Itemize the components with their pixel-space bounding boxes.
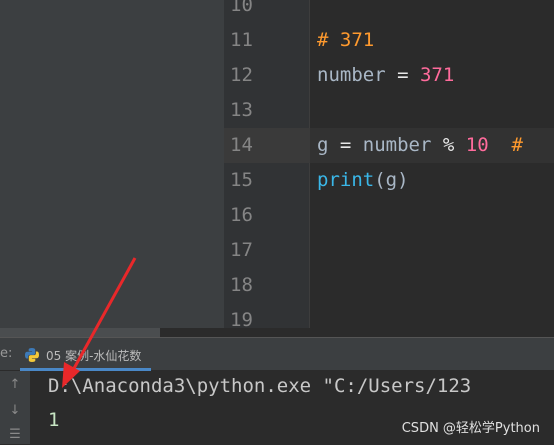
horizontal-scrollbar[interactable] — [0, 328, 160, 337]
code-line[interactable]: 11 # 371 — [224, 23, 554, 58]
line-number: 14 — [224, 128, 310, 163]
code-token: g — [317, 134, 329, 156]
code-token: (g) — [374, 169, 409, 191]
code-token: # — [488, 134, 523, 156]
code-token: = — [328, 134, 363, 156]
code-text: # 371 — [317, 23, 374, 58]
code-text: g = number % 10 # — [317, 128, 523, 163]
line-number: 10 — [230, 0, 253, 16]
code-line[interactable]: 16 — [224, 198, 554, 233]
console-command-line: D:\Anaconda3\python.exe "C:/Users/123 — [48, 375, 472, 397]
code-token: % — [431, 134, 466, 156]
console-output-line: 1 — [48, 409, 60, 431]
line-number: 13 — [230, 99, 253, 121]
run-tab[interactable]: 05 案例-水仙花数 — [20, 342, 152, 371]
run-tool-window-header: e: 05 案例-水仙花数 — [0, 338, 554, 371]
line-number: 12 — [230, 64, 253, 86]
code-token: number — [362, 134, 432, 156]
watermark: CSDN @轻松学Python — [401, 421, 540, 436]
line-number: 18 — [230, 274, 253, 296]
code-token: # 371 — [317, 29, 375, 51]
scroll-down-icon[interactable]: ↓ — [8, 403, 22, 421]
code-text: number = 371 — [317, 58, 454, 93]
code-token: number — [317, 64, 386, 86]
line-number: 19 — [230, 309, 253, 331]
run-side-toolbar: ↑ ↓ ☰ — [0, 371, 30, 444]
line-number: 15 — [230, 169, 253, 191]
line-number: 16 — [230, 204, 253, 226]
run-tab-label: 05 案例-水仙花数 — [46, 348, 142, 363]
code-token: 10 — [465, 134, 489, 156]
soft-wrap-icon[interactable]: ☰ — [8, 427, 22, 445]
code-line[interactable]: 15 print(g) — [224, 163, 554, 198]
code-line[interactable]: 18 — [224, 268, 554, 303]
line-number: 11 — [230, 29, 253, 51]
code-editor[interactable]: 10 11 # 371 12 number = 371 13 14 g = number % … — [224, 0, 554, 331]
scroll-up-icon[interactable]: ↑ — [8, 377, 22, 395]
code-token: 371 — [419, 64, 455, 86]
code-token: = — [385, 64, 420, 86]
python-icon — [25, 348, 39, 362]
code-line[interactable]: 17 — [224, 233, 554, 268]
code-line[interactable]: 10 — [224, 0, 554, 23]
run-label-prefix: e: — [0, 346, 13, 361]
code-line[interactable]: 19 — [224, 303, 554, 338]
code-token: print — [317, 169, 375, 191]
line-number: 17 — [230, 239, 253, 261]
code-line[interactable]: 13 — [224, 93, 554, 128]
code-text: print(g) — [317, 163, 409, 198]
code-line[interactable]: 12 number = 371 — [224, 58, 554, 93]
code-line[interactable]: 14 g = number % 10 # — [224, 128, 554, 163]
project-pane — [0, 0, 224, 328]
